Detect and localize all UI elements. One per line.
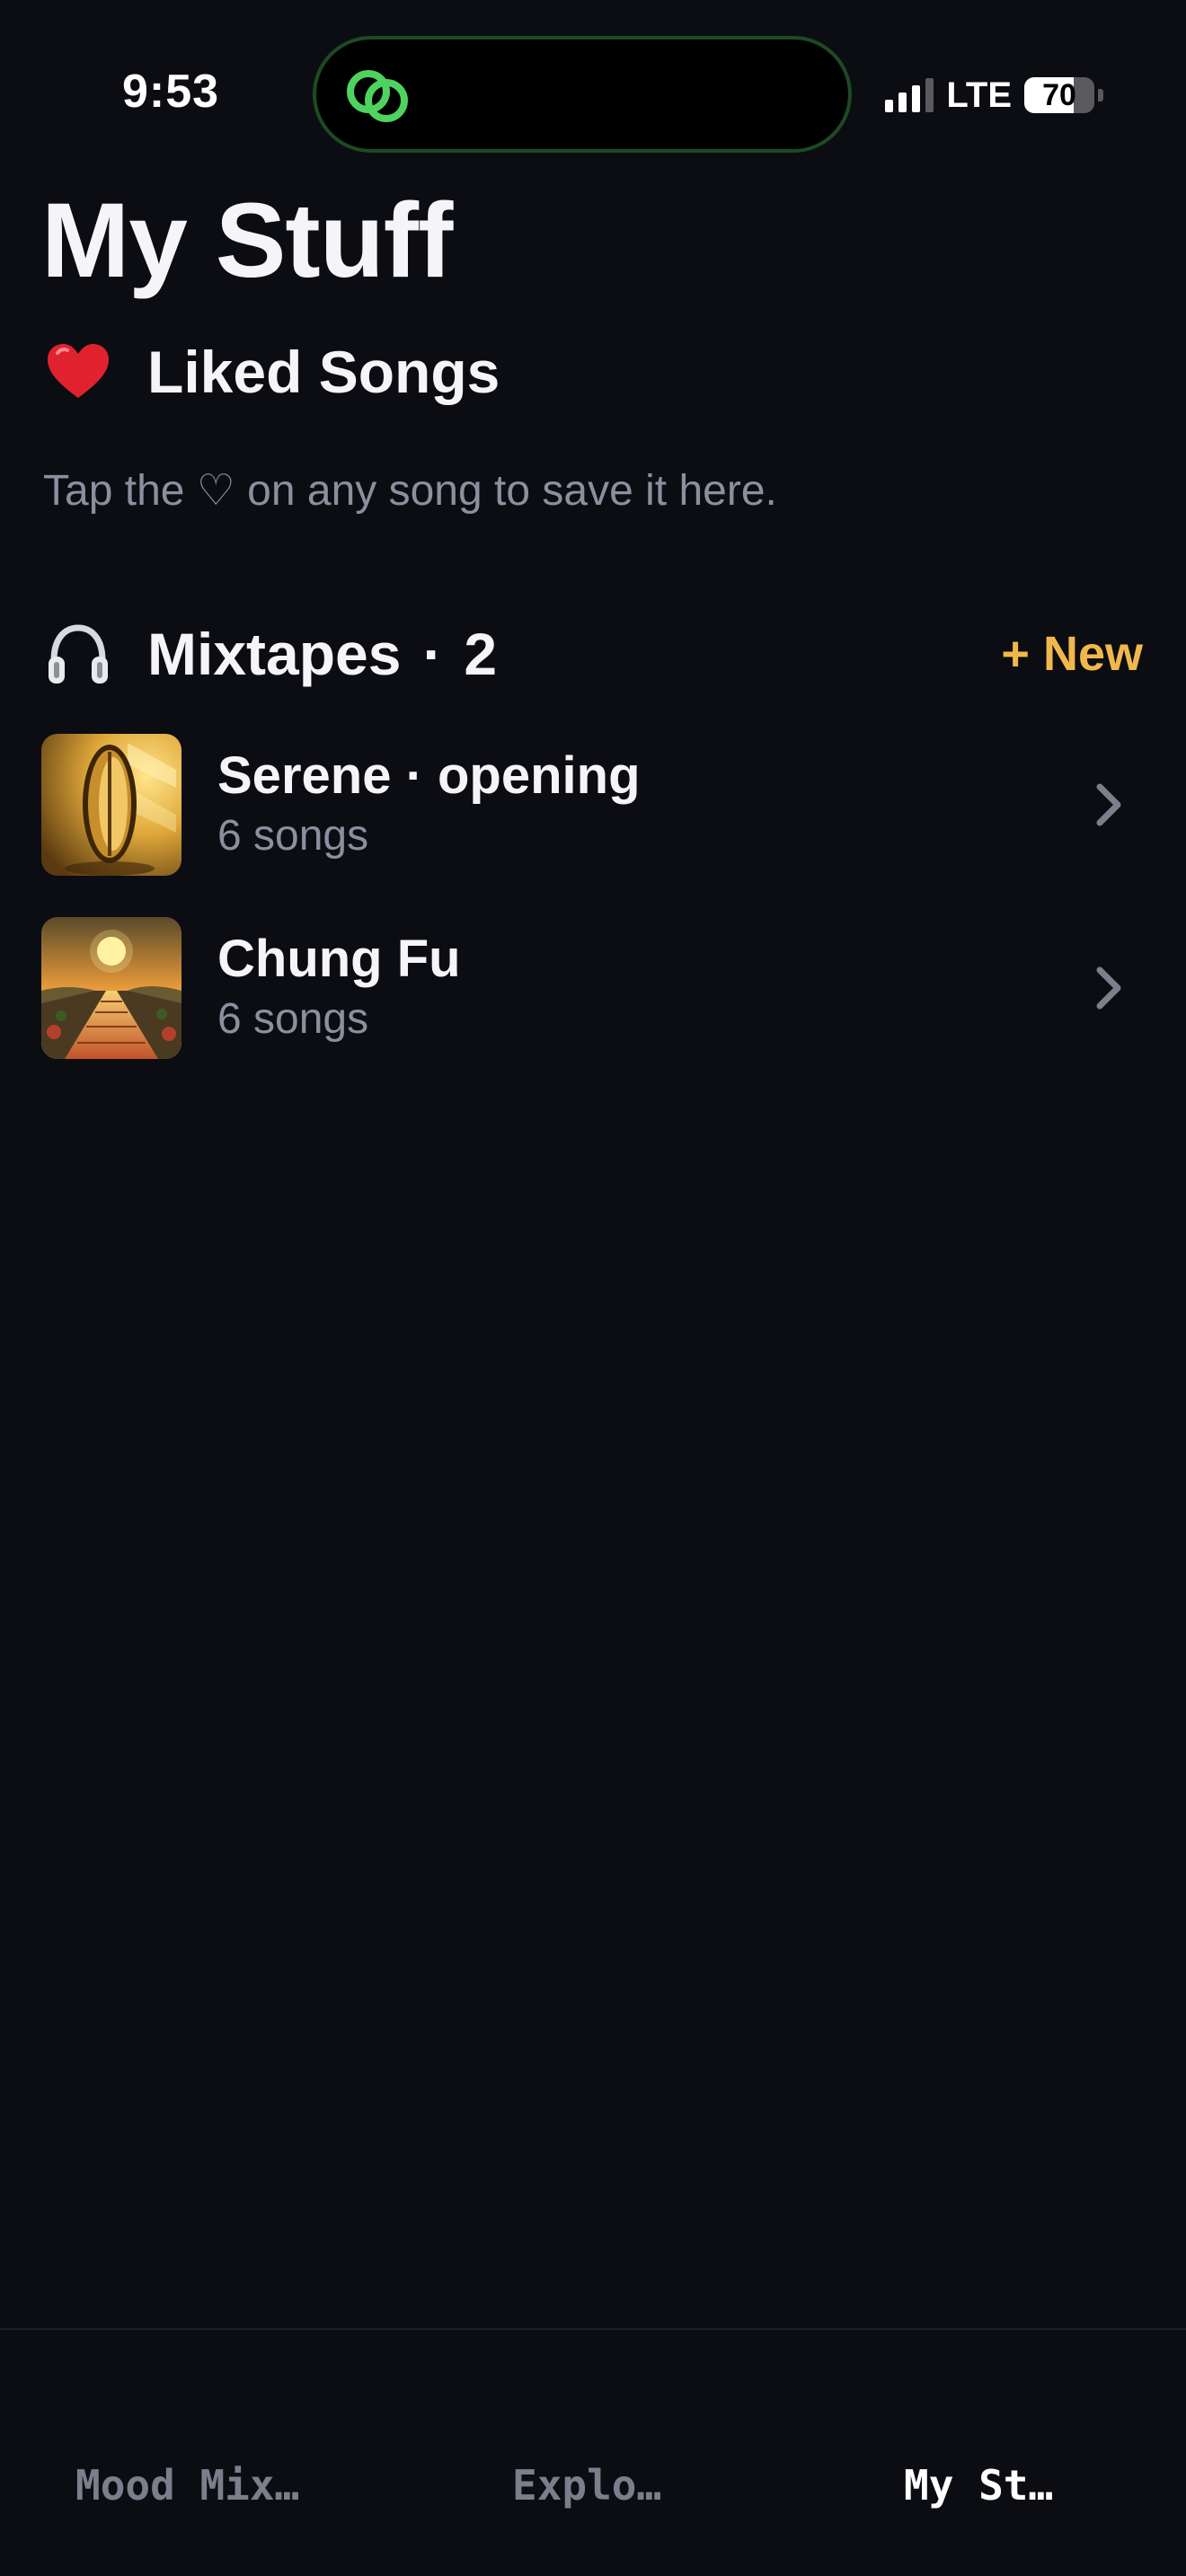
liked-songs-hint: Tap the ♡ on any song to save it here. bbox=[43, 467, 777, 515]
sunlit-window-artwork bbox=[41, 734, 181, 876]
tab-my-stuff[interactable]: My St… bbox=[904, 2461, 1053, 2510]
tab-explore[interactable]: Explo… bbox=[512, 2461, 661, 2510]
battery-level: 70 bbox=[1042, 77, 1076, 112]
mixtape-list: Serene · opening 6 songs Chung Fu 6 song… bbox=[41, 731, 1143, 1098]
mixtapes-count: 2 bbox=[464, 621, 498, 687]
tab-bar: Mood Mix… Explo… My St… bbox=[0, 2461, 1186, 2533]
linked-rings-icon bbox=[347, 70, 408, 122]
liked-songs-header[interactable]: Liked Songs bbox=[45, 338, 500, 406]
mixtape-item[interactable]: Serene · opening 6 songs bbox=[41, 731, 1143, 878]
mixtape-song-count: 6 songs bbox=[217, 812, 369, 860]
mixtapes-title: Mixtapes bbox=[147, 621, 402, 687]
status-time: 9:53 bbox=[122, 66, 220, 118]
new-mixtape-button[interactable]: + New bbox=[1001, 626, 1143, 682]
mixtapes-count-separator: · bbox=[422, 621, 443, 687]
status-indicators: LTE 70 bbox=[885, 75, 1103, 115]
red-heart-icon bbox=[48, 344, 109, 398]
chevron-right-icon bbox=[1096, 966, 1121, 1010]
mixtapes-header: Mixtapes · 2 + New bbox=[45, 618, 1143, 690]
headphones-icon bbox=[49, 624, 108, 684]
tab-bar-divider bbox=[0, 2328, 1186, 2330]
liked-songs-title: Liked Songs bbox=[147, 339, 500, 405]
tab-mood-mix[interactable]: Mood Mix… bbox=[75, 2461, 299, 2510]
network-type: LTE bbox=[946, 75, 1012, 115]
chevron-right-icon bbox=[1096, 783, 1121, 826]
battery-icon: 70 bbox=[1024, 77, 1094, 113]
mixtape-name: Chung Fu bbox=[217, 930, 461, 988]
page-title: My Stuff bbox=[41, 181, 453, 300]
dynamic-island[interactable] bbox=[313, 36, 852, 153]
mixtape-name: Serene · opening bbox=[217, 746, 641, 805]
mixtape-item[interactable]: Chung Fu 6 songs bbox=[41, 914, 1143, 1062]
mixtape-song-count: 6 songs bbox=[217, 995, 369, 1043]
cellular-signal-icon bbox=[885, 78, 934, 112]
sunset-road-artwork bbox=[41, 917, 181, 1059]
